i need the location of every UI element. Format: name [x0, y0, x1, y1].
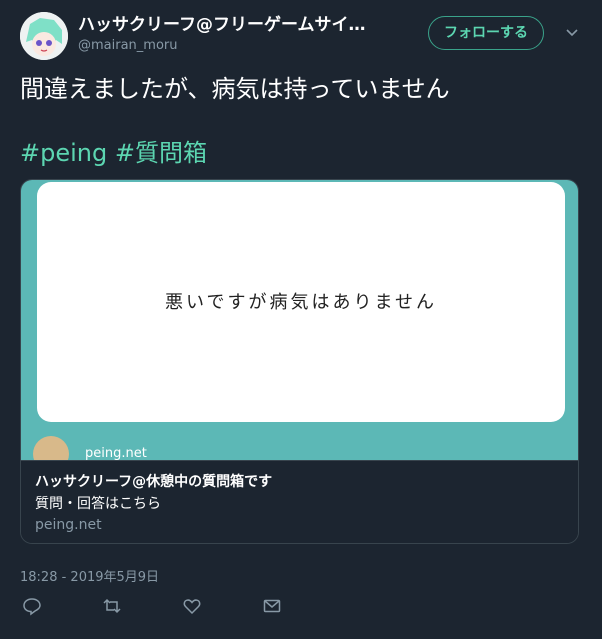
link-card[interactable]: 悪いですが病気はありません peing.net ハッサクリーフ@休憩中の質問箱で… — [20, 179, 579, 544]
chevron-down-icon[interactable] — [564, 24, 580, 40]
reply-icon[interactable] — [22, 596, 42, 616]
avatar[interactable] — [20, 12, 68, 60]
hashtag-peing[interactable]: #peing — [20, 139, 107, 167]
hashtag-question-box[interactable]: #質問箱 — [115, 139, 207, 167]
follow-button[interactable]: フォローする — [428, 16, 544, 50]
screen-name[interactable]: @mairan_moru — [78, 37, 378, 55]
card-image-domain: peing.net — [85, 446, 147, 461]
hashtag-list: #peing #質問箱 — [20, 136, 207, 170]
card-domain: peing.net — [35, 517, 102, 533]
action-bar — [20, 596, 320, 618]
tweet-header: ハッサクリーフ@フリーゲームサイ… @mairan_moru フォローする — [20, 12, 590, 60]
display-name[interactable]: ハッサクリーフ@フリーゲームサイ… — [78, 14, 378, 36]
timestamp[interactable]: 18:28 - 2019年5月9日 — [20, 566, 159, 585]
mail-icon[interactable] — [262, 596, 282, 616]
card-image-answer: 悪いですが病気はありません — [165, 292, 437, 313]
card-title: ハッサクリーフ@休憩中の質問箱です — [35, 474, 273, 490]
tweet: ハッサクリーフ@フリーゲームサイ… @mairan_moru フォローする 間違… — [0, 0, 602, 639]
heart-icon[interactable] — [182, 596, 202, 616]
card-description: 質問・回答はこちら — [35, 496, 161, 512]
card-image-panel: 悪いですが病気はありません — [37, 182, 565, 422]
retweet-icon[interactable] — [102, 596, 122, 616]
card-meta[interactable]: ハッサクリーフ@休憩中の質問箱です 質問・回答はこちら peing.net — [21, 460, 578, 543]
user-names: ハッサクリーフ@フリーゲームサイ… @mairan_moru — [78, 14, 378, 55]
card-image[interactable]: 悪いですが病気はありません peing.net — [21, 180, 578, 472]
tweet-text: 間違えましたが、病気は持っていません — [20, 75, 450, 103]
